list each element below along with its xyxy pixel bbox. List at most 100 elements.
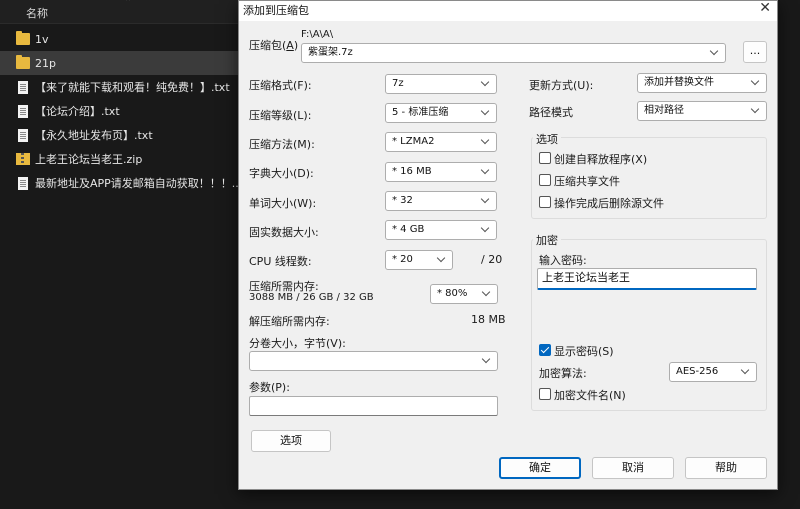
dialog-title: 添加到压缩包	[243, 4, 309, 17]
path-mode-label: 路径模式	[529, 106, 573, 119]
file-name: 【来了就能下载和观看！纯免费！】.txt	[35, 81, 230, 94]
file-row-selected[interactable]: 21p	[0, 51, 238, 75]
params-label: 参数(P):	[249, 381, 290, 394]
folder-icon	[16, 55, 30, 69]
browse-button[interactable]: ...	[743, 41, 767, 63]
method-value: * LZMA2	[392, 136, 435, 147]
file-row[interactable]: 【论坛介绍】.txt	[0, 99, 238, 123]
add-to-archive-dialog: 添加到压缩包 ✕ 压缩包(A) F:\A\A\ 紫蛋架.7z ... 压缩格式(…	[238, 0, 778, 490]
zip-file-icon	[16, 153, 30, 165]
enc-method-value: AES-256	[676, 366, 719, 377]
encrypt-names-label: 加密文件名(N)	[554, 389, 626, 402]
cancel-button[interactable]: 取消	[592, 457, 674, 479]
mem-percent-select[interactable]: * 80%	[430, 284, 498, 304]
chevron-down-icon	[740, 366, 752, 378]
file-name: 1v	[35, 32, 49, 46]
help-button[interactable]: 帮助	[685, 457, 767, 479]
chevron-down-icon	[750, 105, 762, 117]
file-name: 最新地址及APP请发邮箱自动获取！！！....	[35, 177, 238, 190]
mem-comp-value: 3088 MB / 26 GB / 32 GB	[249, 292, 374, 303]
delete-label: 操作完成后删除源文件	[554, 197, 664, 210]
solid-value: * 4 GB	[392, 224, 425, 235]
chevron-down-icon	[480, 166, 492, 178]
mem-percent-value: * 80%	[437, 288, 468, 299]
format-select[interactable]: 7z	[385, 74, 497, 94]
solid-select[interactable]: * 4 GB	[385, 220, 497, 240]
text-file-icon	[18, 128, 28, 142]
password-label: 输入密码:	[539, 254, 587, 267]
mem-decomp-label: 解压缩所需内存:	[249, 315, 330, 328]
show-password-label: 显示密码(S)	[554, 345, 614, 358]
format-label: 压缩格式(F):	[249, 79, 312, 92]
folder-icon	[16, 31, 30, 45]
format-value: 7z	[392, 78, 404, 89]
dict-select[interactable]: * 16 MB	[385, 162, 497, 182]
threads-max: / 20	[481, 253, 503, 266]
file-name: 【永久地址发布页】.txt	[35, 129, 153, 142]
file-row[interactable]: 【永久地址发布页】.txt	[0, 123, 238, 147]
file-name: 21p	[35, 56, 56, 70]
chevron-down-icon	[709, 47, 721, 59]
chevron-down-icon	[750, 77, 762, 89]
enc-method-select[interactable]: AES-256	[669, 362, 757, 382]
delete-checkbox[interactable]	[539, 196, 551, 208]
column-name-label: 名称	[26, 7, 48, 20]
path-mode-value: 相对路径	[644, 105, 684, 116]
options-group-title: 选项	[533, 131, 561, 147]
sfx-checkbox[interactable]	[539, 152, 551, 164]
mem-decomp-value: 18 MB	[471, 313, 506, 326]
level-value: 5 - 标准压缩	[392, 107, 449, 118]
archive-label: 压缩包(A)	[249, 39, 299, 52]
chevron-down-icon	[480, 136, 492, 148]
file-name: 【论坛介绍】.txt	[35, 105, 120, 118]
threads-value: * 20	[392, 254, 413, 265]
file-row[interactable]: 最新地址及APP请发邮箱自动获取！！！....	[0, 171, 238, 195]
word-value: * 32	[392, 195, 413, 206]
text-file-icon	[18, 104, 28, 118]
dict-label: 字典大小(D):	[249, 167, 314, 180]
level-select[interactable]: 5 - 标准压缩	[385, 103, 497, 123]
method-select[interactable]: * LZMA2	[385, 132, 497, 152]
file-row[interactable]: 1v	[0, 27, 238, 51]
column-header[interactable]: 名称 ⌃	[0, 0, 240, 24]
params-input[interactable]	[249, 396, 498, 416]
archive-name-combo[interactable]: 紫蛋架.7z	[301, 43, 726, 63]
update-select[interactable]: 添加并替换文件	[637, 73, 767, 93]
text-file-icon	[18, 176, 28, 190]
options-button[interactable]: 选项	[251, 430, 331, 452]
method-label: 压缩方法(M):	[249, 138, 315, 151]
chevron-down-icon	[480, 78, 492, 90]
sfx-label: 创建自释放程序(X)	[554, 153, 648, 166]
show-password-checkbox[interactable]	[539, 344, 551, 356]
path-mode-select[interactable]: 相对路径	[637, 101, 767, 121]
threads-select[interactable]: * 20	[385, 250, 453, 270]
file-name: 上老王论坛当老王.zip	[35, 153, 143, 166]
shared-checkbox[interactable]	[539, 174, 551, 186]
split-label: 分卷大小，字节(V):	[249, 337, 346, 350]
solid-label: 固实数据大小:	[249, 226, 319, 239]
file-row[interactable]: 上老王论坛当老王.zip	[0, 147, 238, 171]
sort-chevron-icon: ⌃	[124, 0, 133, 8]
shared-label: 压缩共享文件	[554, 175, 620, 188]
text-file-icon	[18, 80, 28, 94]
file-row[interactable]: 【来了就能下载和观看！纯免费！】.txt	[0, 75, 238, 99]
chevron-down-icon	[481, 288, 493, 300]
enc-method-label: 加密算法:	[539, 367, 587, 380]
encryption-group-title: 加密	[533, 232, 561, 248]
ok-button[interactable]: 确定	[499, 457, 581, 479]
update-label: 更新方式(U):	[529, 79, 594, 92]
chevron-down-icon	[480, 195, 492, 207]
archive-path: F:\A\A\	[301, 29, 334, 40]
threads-label: CPU 线程数:	[249, 255, 312, 268]
dict-value: * 16 MB	[392, 166, 432, 177]
level-label: 压缩等级(L):	[249, 109, 312, 122]
close-icon[interactable]: ✕	[759, 0, 771, 16]
title-bar[interactable]: 添加到压缩包 ✕	[239, 0, 777, 21]
split-combo[interactable]	[249, 351, 498, 371]
archive-name-value: 紫蛋架.7z	[308, 47, 353, 58]
word-select[interactable]: * 32	[385, 191, 497, 211]
encrypt-names-checkbox[interactable]	[539, 388, 551, 400]
password-input[interactable]: 上老王论坛当老王	[537, 268, 757, 290]
chevron-down-icon	[481, 355, 493, 367]
chevron-down-icon	[480, 224, 492, 236]
